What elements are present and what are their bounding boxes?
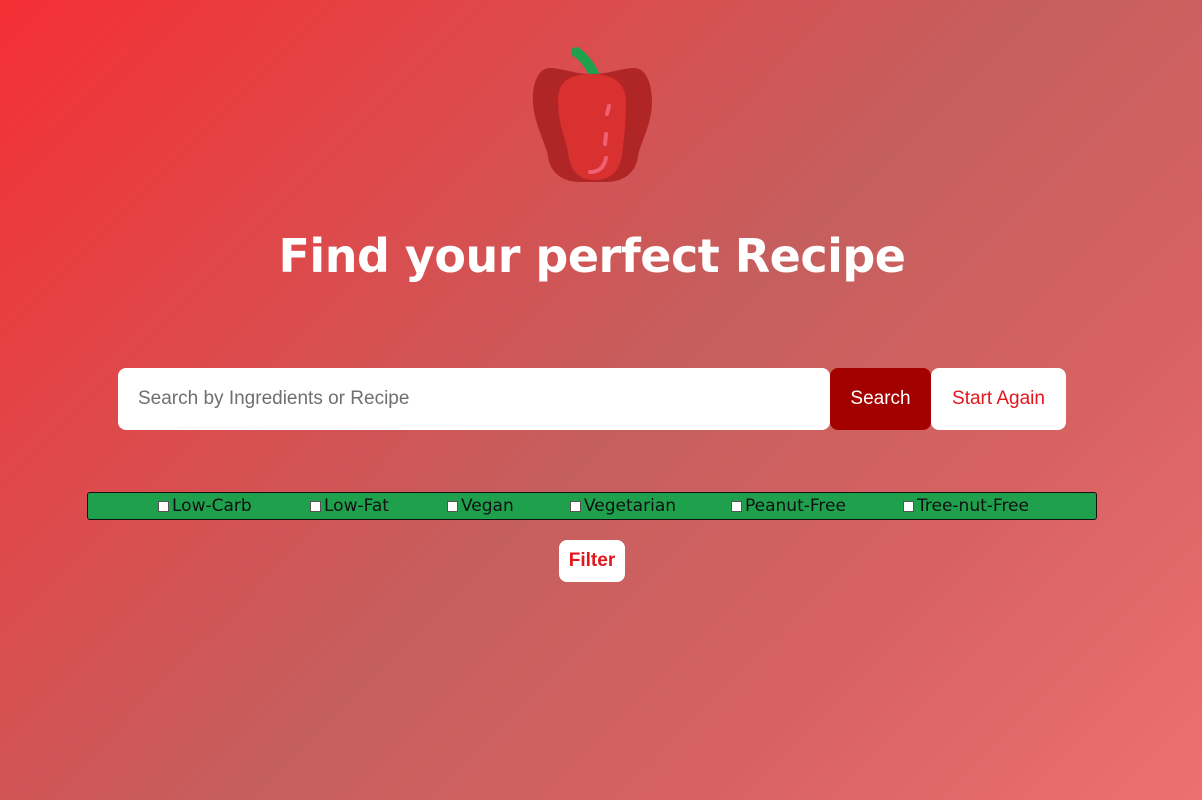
filter-option-label: Peanut-Free <box>745 496 846 516</box>
vegetarian-checkbox[interactable] <box>570 500 581 512</box>
filter-option-tree-nut-free[interactable]: Tree-nut-Free <box>903 493 1029 519</box>
search-input[interactable] <box>118 368 830 430</box>
filter-option-low-carb[interactable]: Low-Carb <box>158 493 252 519</box>
filter-option-label: Vegetarian <box>584 496 677 516</box>
filter-option-label: Tree-nut-Free <box>917 496 1029 516</box>
vegan-checkbox[interactable] <box>447 500 458 512</box>
diet-filter-bar: Low-Carb Low-Fat Vegan Vegetarian Peanut… <box>87 492 1097 520</box>
filter-option-label: Vegan <box>461 496 514 516</box>
peanut-free-checkbox[interactable] <box>731 500 742 512</box>
filter-option-vegetarian[interactable]: Vegetarian <box>570 493 676 519</box>
start-again-button[interactable]: Start Again <box>931 368 1066 430</box>
filter-option-vegan[interactable]: Vegan <box>447 493 514 519</box>
filter-option-low-fat[interactable]: Low-Fat <box>310 493 389 519</box>
low-carb-checkbox[interactable] <box>158 500 169 512</box>
filter-option-label: Low-Carb <box>172 496 252 516</box>
bell-pepper-icon <box>528 44 656 186</box>
filter-option-peanut-free[interactable]: Peanut-Free <box>731 493 846 519</box>
page-title: Find your perfect Recipe <box>278 229 907 283</box>
tree-nut-free-checkbox[interactable] <box>903 500 914 512</box>
filter-option-label: Low-Fat <box>324 496 389 516</box>
low-fat-checkbox[interactable] <box>310 500 321 512</box>
search-button[interactable]: Search <box>830 368 931 430</box>
filter-button[interactable]: Filter <box>559 540 625 582</box>
